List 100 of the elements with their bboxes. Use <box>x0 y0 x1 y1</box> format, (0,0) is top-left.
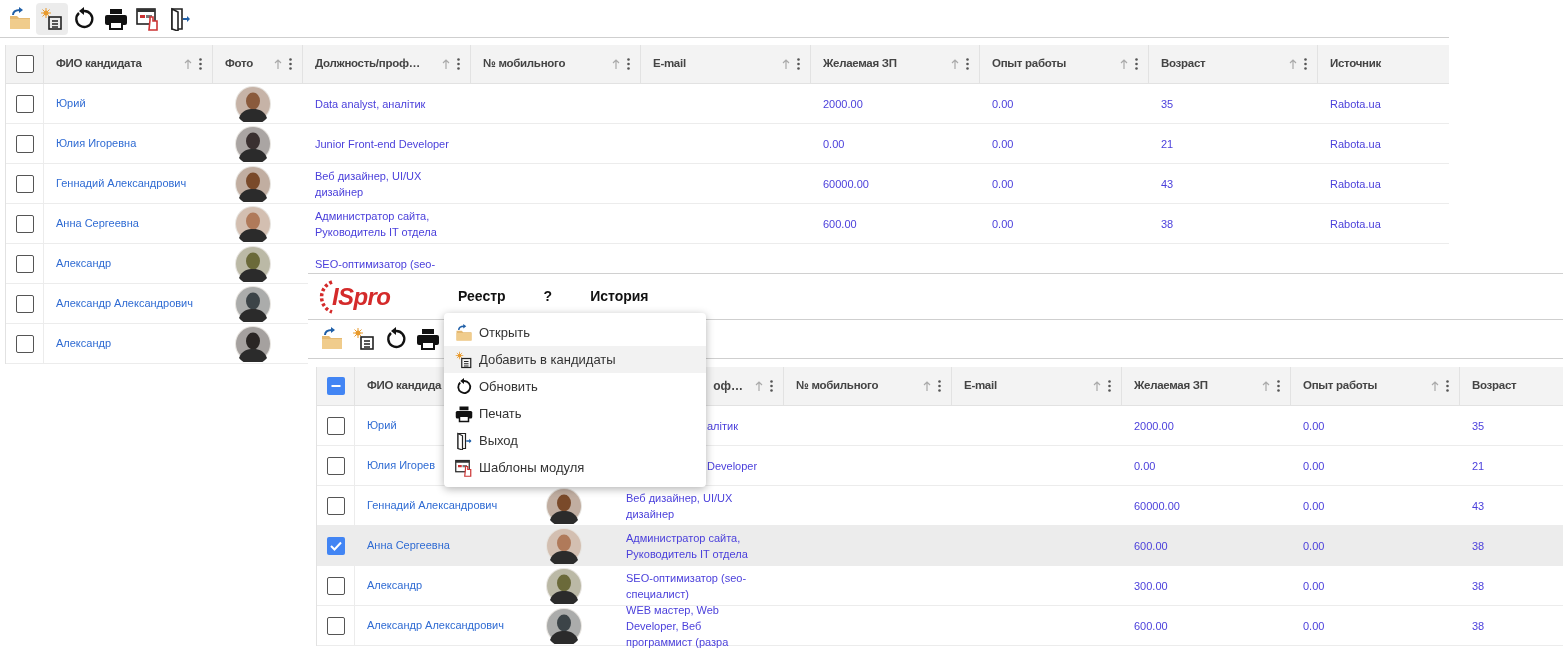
column-menu-icon[interactable] <box>1277 380 1280 392</box>
template-icon <box>455 458 473 477</box>
checkbox[interactable] <box>326 536 345 555</box>
checkbox[interactable] <box>326 496 345 515</box>
checkbox[interactable] <box>326 576 345 595</box>
candidate-name[interactable]: Юрий <box>44 95 86 112</box>
table-cell-text: 38 <box>1471 578 1485 594</box>
column-menu-icon[interactable] <box>1108 380 1111 392</box>
table-cell-text: 38 <box>1471 538 1485 554</box>
column-header[interactable]: Возраст <box>1149 55 1206 73</box>
candidate-name[interactable]: Александр Александрович <box>355 617 504 634</box>
table-cell-text: 0.00 <box>1302 538 1325 554</box>
column-header[interactable]: оф… <box>713 377 755 395</box>
table-row[interactable]: Геннадий Александрович Веб дизайнер, UI/UX дизайнер 60000.00 0.00 43 <box>317 486 1563 526</box>
candidate-name[interactable]: Александр Александрович <box>44 295 193 312</box>
table-cell-text: 0.00 <box>1302 578 1325 594</box>
print-icon <box>455 404 473 423</box>
column-header[interactable]: № мобильного <box>784 377 879 395</box>
column-header[interactable]: Возраст <box>1460 377 1517 395</box>
checkbox[interactable] <box>326 377 345 395</box>
column-header[interactable]: Должность/проф… <box>303 55 420 73</box>
column-menu-icon[interactable] <box>199 58 202 70</box>
checkbox[interactable] <box>326 416 345 435</box>
candidate-name[interactable]: Юлия Игорев <box>355 457 436 474</box>
position-text[interactable]: Администратор сайта, Руководитель IT отдела <box>614 529 784 562</box>
checkbox[interactable] <box>15 334 34 353</box>
table-cell-text: 0.00 <box>991 216 1014 232</box>
table-cell-text: 0.00 <box>991 96 1014 112</box>
table-cell-text: 60000.00 <box>1133 498 1180 514</box>
checkbox[interactable] <box>15 94 34 113</box>
menu-item[interactable]: Шаблоны модуля <box>444 454 706 481</box>
table-cell-text: 43 <box>1471 498 1485 514</box>
position-text[interactable]: SEO-оптимизатор (seo- <box>303 255 452 272</box>
position-text[interactable]: Веб дизайнер, UI/UX дизайнер <box>614 489 784 522</box>
candidate-name[interactable]: Геннадий Александрович <box>44 175 187 192</box>
table-row[interactable]: Александр Александрович WEB мастер, Web Developer, Веб программист (разра 600.00 0.00 38 <box>317 606 1563 646</box>
column-menu-icon[interactable] <box>457 58 460 70</box>
position-text[interactable]: SEO-оптимизатор (seo-специалист) <box>614 569 784 602</box>
position-text[interactable]: Веб дизайнер, UI/UX дизайнер <box>303 167 471 200</box>
candidate-name[interactable]: Анна Сергеевна <box>355 537 450 554</box>
candidate-name[interactable]: Анна Сергеевна <box>44 215 139 232</box>
column-header[interactable]: E-mail <box>952 377 997 395</box>
table-row[interactable]: Анна Сергеевна Администратор сайта, Руководитель IT отдела 600.00 0.00 38 <box>317 526 1563 566</box>
toolbar-button[interactable] <box>36 2 68 35</box>
print-icon <box>104 6 128 31</box>
column-menu-icon[interactable] <box>797 58 800 70</box>
add-list-icon <box>40 6 64 31</box>
position-text[interactable]: Администратор сайта, Руководитель IT отдела <box>303 207 471 240</box>
column-menu-icon[interactable] <box>289 58 292 70</box>
column-header[interactable]: Желаемая ЗП <box>811 55 897 73</box>
column-menu-icon[interactable] <box>627 58 630 70</box>
table-cell-text: 43 <box>1160 176 1174 192</box>
column-menu-icon[interactable] <box>966 58 969 70</box>
menu-item[interactable]: Добавить в кандидаты <box>444 346 706 373</box>
column-menu-icon[interactable] <box>1135 58 1138 70</box>
add-list-icon <box>455 350 473 369</box>
folder-icon <box>455 323 473 342</box>
menu-item[interactable]: Обновить <box>444 373 706 400</box>
column-header[interactable]: E-mail <box>641 55 686 73</box>
table-cell-text: 0.00 <box>1302 498 1325 514</box>
candidate-name[interactable]: Юлия Игоревна <box>44 135 137 152</box>
table-cell-text: Rabota.ua <box>1329 176 1381 192</box>
checkbox[interactable] <box>326 456 345 475</box>
menu-bar-item[interactable]: История <box>590 286 649 307</box>
checkbox[interactable] <box>15 254 34 273</box>
position-text[interactable]: Data analyst, аналітик <box>303 95 442 112</box>
table-cell-text: 0.00 <box>1302 458 1325 474</box>
checkbox[interactable] <box>326 616 345 635</box>
column-header[interactable]: Опыт работы <box>1291 377 1378 395</box>
checkbox[interactable] <box>15 55 34 73</box>
column-header[interactable]: Желаемая ЗП <box>1122 377 1208 395</box>
column-header[interactable]: № мобильного <box>471 55 566 73</box>
table-row[interactable]: Александр SEO-оптимизатор (seo-специалист) 300.00 0.00 38 <box>317 566 1563 606</box>
column-menu-icon[interactable] <box>1446 380 1449 392</box>
checkbox[interactable] <box>15 134 34 153</box>
template-icon <box>136 6 160 31</box>
candidate-name[interactable]: Александр <box>44 255 112 272</box>
candidate-name[interactable]: Александр <box>44 335 112 352</box>
menu-item[interactable]: Открыть <box>444 319 706 346</box>
column-header[interactable]: ФИО кандида <box>355 377 442 395</box>
column-header[interactable]: Опыт работы <box>980 55 1067 73</box>
table-cell-text: 0.00 <box>822 136 845 152</box>
position-text[interactable]: Junior Front-end Developer <box>303 135 465 152</box>
column-menu-icon[interactable] <box>938 380 941 392</box>
checkbox[interactable] <box>15 214 34 233</box>
column-menu-icon[interactable] <box>1304 58 1307 70</box>
candidate-name[interactable]: Юрий <box>355 417 397 434</box>
checkbox[interactable] <box>15 294 34 313</box>
candidate-name[interactable]: Геннадий Александрович <box>355 497 498 514</box>
menu-bar-item[interactable]: ? <box>543 286 553 307</box>
column-header[interactable]: ФИО кандидата <box>44 55 142 73</box>
column-header[interactable]: Фото <box>213 55 253 73</box>
checkbox[interactable] <box>15 174 34 193</box>
column-header[interactable]: Источник <box>1318 55 1382 73</box>
menu-bar-item[interactable]: Реестр <box>458 286 506 307</box>
table-cell-text: 300.00 <box>1133 578 1168 594</box>
refresh-icon <box>72 6 96 31</box>
logo: ISpro <box>332 281 391 312</box>
candidate-name[interactable]: Александр <box>355 577 423 594</box>
column-menu-icon[interactable] <box>770 380 773 392</box>
